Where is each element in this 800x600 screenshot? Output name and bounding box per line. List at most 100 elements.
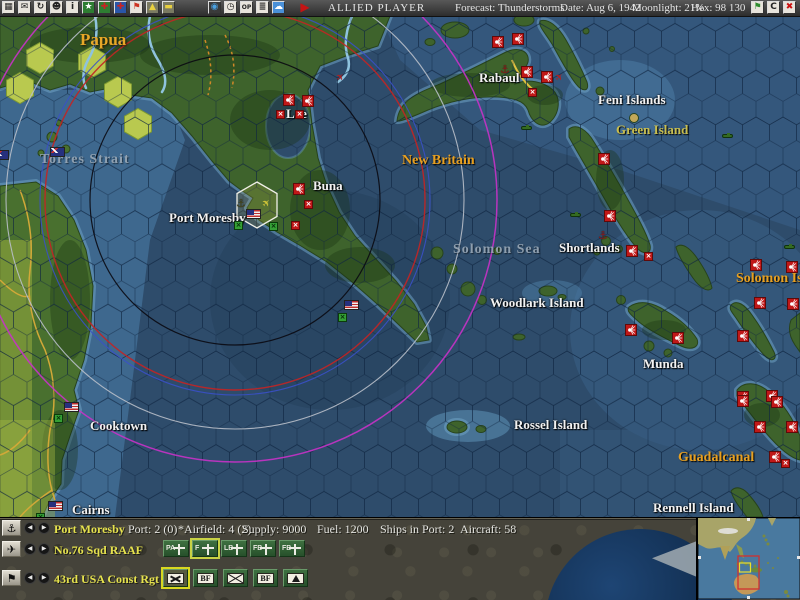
operations-icon[interactable]: OP (240, 1, 253, 14)
forecast-label: Forecast: Thunderstorms (455, 2, 564, 14)
prev-base-button[interactable]: ◀ (24, 522, 36, 534)
plane-icon (231, 544, 243, 555)
exit-icon[interactable]: ✖ (783, 1, 796, 14)
victory-icon[interactable]: ★ (82, 1, 95, 14)
commanders-icon[interactable]: ☻ (50, 1, 63, 14)
air-type-button-pa[interactable]: PA (163, 540, 189, 557)
japanese-base-marker[interactable] (737, 330, 749, 342)
japanese-base-marker[interactable] (283, 94, 295, 106)
ground-unit-button-engineer[interactable] (163, 569, 188, 587)
base-port-stat: Port: 2 (0) (128, 522, 177, 537)
bf-symbol-icon: BF (197, 573, 214, 584)
japanese-unit-marker[interactable]: × (528, 88, 537, 97)
base-mode-button[interactable]: ⚓ (2, 520, 21, 536)
anchor-icon[interactable]: ⚓ (500, 64, 510, 75)
world-icon[interactable]: ◉ (208, 1, 221, 14)
japanese-base-marker[interactable] (293, 183, 305, 195)
air-type-button-lb[interactable]: LB (221, 540, 247, 557)
japanese-base-marker[interactable] (512, 33, 524, 45)
allied-unit-marker[interactable]: × (234, 221, 243, 230)
japanese-base-marker[interactable] (754, 421, 766, 433)
us-flag-marker[interactable] (64, 402, 79, 412)
japanese-unit-marker[interactable]: × (291, 221, 300, 230)
clock-icon[interactable]: ◷ (224, 1, 237, 14)
ship-marker[interactable] (722, 134, 733, 138)
ground-unit-button-bf[interactable]: BF (193, 569, 218, 587)
japanese-base-marker[interactable] (737, 395, 749, 407)
japanese-base-marker[interactable] (786, 261, 798, 273)
next-base-button[interactable]: ▶ (38, 522, 50, 534)
air-combat-icon[interactable]: ✚ (98, 1, 111, 14)
air-group-name[interactable]: No.76 Sqd RAAF (54, 543, 143, 558)
japanese-base-marker[interactable] (769, 451, 781, 463)
japanese-base-marker[interactable] (598, 153, 610, 165)
reports-icon[interactable]: ≣ (256, 1, 269, 14)
allied-unit-marker[interactable]: × (269, 222, 278, 231)
toolbar-left-icons: ▦✉↻☻i★✚✚⚑▲▬ (2, 1, 175, 14)
japanese-unit-marker[interactable]: × (276, 110, 285, 119)
japanese-base-marker[interactable] (771, 396, 783, 408)
bf-symbol-icon: BF (257, 573, 274, 584)
end-turn-button[interactable]: ▶ (298, 1, 312, 14)
japanese-base-marker[interactable] (302, 95, 314, 107)
save-icon[interactable]: ▦ (2, 1, 15, 14)
info-icon[interactable]: i (66, 1, 79, 14)
prev-unit-button[interactable]: ◀ (24, 572, 36, 584)
engineer-symbol-icon (167, 573, 184, 584)
australian-flag-marker[interactable] (0, 150, 9, 160)
japanese-base-marker[interactable] (604, 210, 616, 222)
japanese-unit-marker[interactable]: × (781, 459, 790, 468)
us-flag-marker[interactable] (344, 300, 359, 310)
japanese-base-marker[interactable] (786, 421, 798, 433)
green-flag-icon[interactable]: ⚑ (751, 1, 764, 14)
japanese-base-marker[interactable] (521, 66, 533, 78)
japanese-base-marker[interactable] (625, 324, 637, 336)
toolbar-right-icons: ⚑C✖ (751, 1, 796, 14)
ground-unit-button-infantry[interactable] (223, 569, 248, 587)
air-type-button-f[interactable]: F (192, 540, 218, 557)
flag-report-icon[interactable]: ⚑ (130, 1, 143, 14)
allied-unit-marker[interactable]: × (54, 414, 63, 423)
ship-marker[interactable] (521, 126, 532, 130)
ground-mode-button[interactable]: ⚑ (2, 570, 21, 586)
japanese-base-marker[interactable] (541, 71, 553, 83)
japanese-unit-marker[interactable]: × (304, 200, 313, 209)
japanese-unit-marker[interactable]: × (295, 110, 304, 119)
air-mode-button[interactable]: ✈ (2, 541, 21, 557)
anchor-icon[interactable]: ⚓ (236, 198, 246, 209)
japanese-unit-marker[interactable]: × (644, 252, 653, 261)
next-airgroup-button[interactable]: ▶ (38, 543, 50, 555)
ground-unit-button-camp[interactable] (283, 569, 308, 587)
us-flag-marker[interactable] (246, 209, 261, 219)
weather-icon[interactable]: ☁ (272, 1, 285, 14)
player-label: ALLIED PLAYER (328, 2, 425, 14)
japanese-base-marker[interactable] (626, 245, 638, 257)
australian-flag-marker[interactable] (50, 147, 65, 157)
ship-marker[interactable] (784, 245, 795, 249)
ship-marker[interactable] (570, 213, 581, 217)
japanese-base-marker[interactable] (750, 259, 762, 271)
sub-ops-icon[interactable]: ▲ (146, 1, 159, 14)
naval-combat-icon[interactable]: ✚ (114, 1, 127, 14)
japanese-base-marker[interactable] (787, 298, 799, 310)
allied-unit-marker[interactable]: × (338, 313, 347, 322)
japanese-base-marker[interactable] (492, 36, 504, 48)
hex-coords-label: Hex: 98 130 (691, 2, 745, 14)
us-flag-marker[interactable] (48, 501, 63, 511)
japanese-base-marker[interactable] (672, 332, 684, 344)
minimap[interactable] (696, 518, 800, 600)
anchor-icon[interactable]: ⚓ (598, 230, 608, 241)
mail-icon[interactable]: ✉ (18, 1, 31, 14)
ground-unit-button-bf[interactable]: BF (253, 569, 278, 587)
map-viewport[interactable]: PapuaTorres StraitPort MoresbyLaeBunaNew… (0, 16, 800, 517)
ship-ops-icon[interactable]: ▬ (162, 1, 175, 14)
base-name[interactable]: Port Moresby (54, 522, 125, 537)
air-type-button-fb[interactable]: FB (279, 540, 305, 557)
turn-icon[interactable]: ↻ (34, 1, 47, 14)
ground-unit-name[interactable]: 43rd USA Const Rgt (54, 572, 159, 587)
prev-airgroup-button[interactable]: ◀ (24, 543, 36, 555)
japanese-base-marker[interactable] (754, 297, 766, 309)
combat-anim-icon[interactable]: C (767, 1, 780, 14)
next-unit-button[interactable]: ▶ (38, 572, 50, 584)
air-type-button-fb[interactable]: FB (250, 540, 276, 557)
